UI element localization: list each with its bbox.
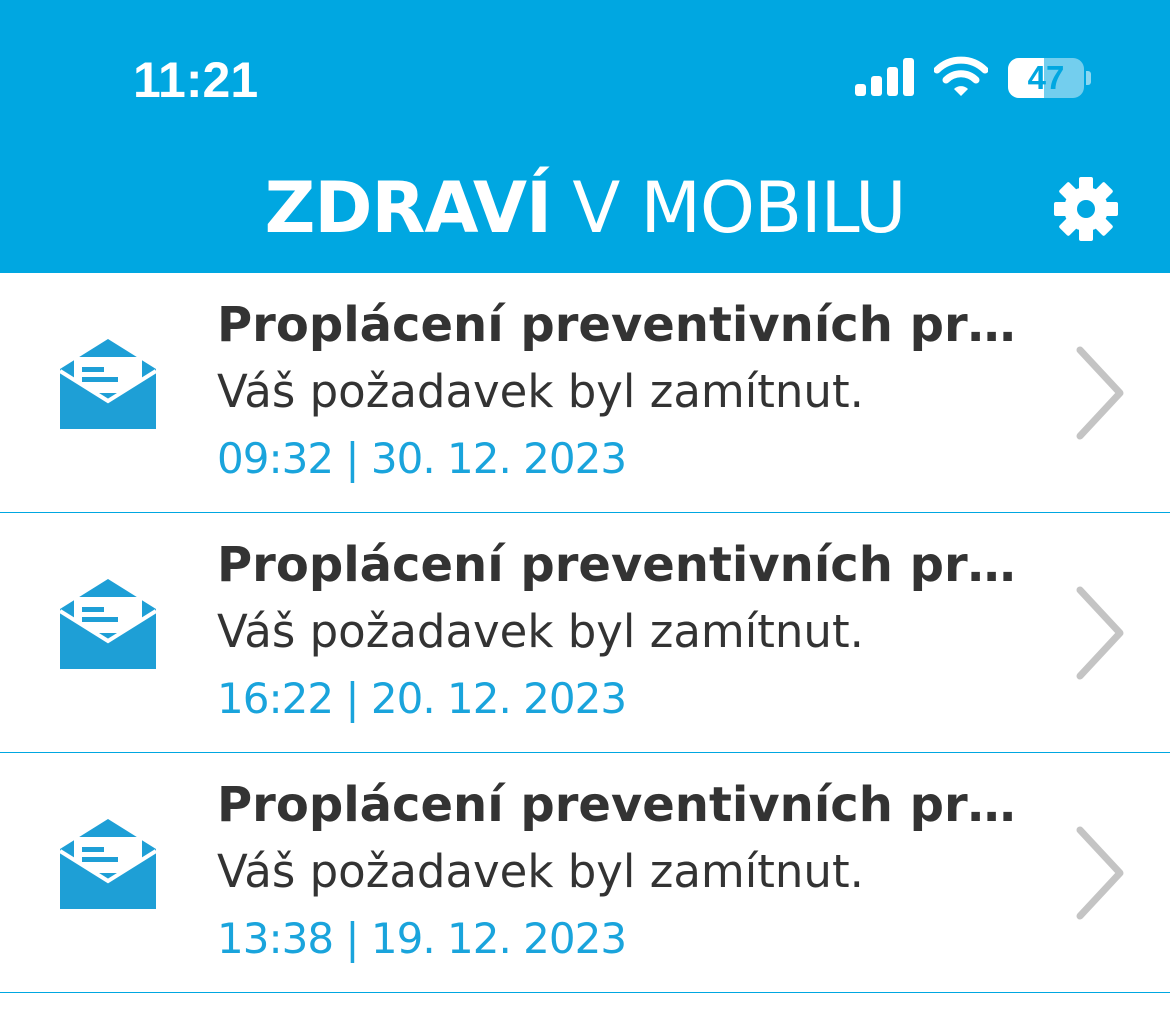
app-title-regular: V MOBILU: [551, 167, 906, 249]
message-status: Váš požadavek byl zamítnut.: [217, 365, 864, 418]
chevron-right-icon: [1076, 826, 1124, 920]
message-title: Proplácení preventivních progra...: [217, 777, 1027, 833]
status-time: 11:21: [133, 52, 259, 108]
app-title: ZDRAVÍ V MOBILU: [0, 166, 1170, 250]
message-row[interactable]: Proplácení preventivních progra... Váš p…: [0, 513, 1170, 753]
signal-icon: [855, 58, 914, 96]
message-datetime: 16:22 | 20. 12. 2023: [217, 674, 627, 723]
message-row[interactable]: Proplácení preventivních progra... Váš p…: [0, 273, 1170, 513]
message-list: Proplácení preventivních progra... Váš p…: [0, 273, 1170, 993]
chevron-right-icon: [1076, 346, 1124, 440]
app-title-bold: ZDRAVÍ: [264, 167, 552, 249]
message-status: Váš požadavek byl zamítnut.: [217, 845, 864, 898]
message-row[interactable]: Proplácení preventivních progra... Váš p…: [0, 753, 1170, 993]
message-title: Proplácení preventivních progra...: [217, 297, 1027, 353]
open-envelope-icon: [60, 579, 156, 669]
open-envelope-icon: [60, 819, 156, 909]
message-datetime: 09:32 | 30. 12. 2023: [217, 434, 627, 483]
gear-icon[interactable]: [1052, 175, 1120, 243]
app-header: 11:21 47 ZDRAVÍ V MOBILU: [0, 0, 1170, 273]
wifi-icon: [934, 56, 988, 96]
chevron-right-icon: [1076, 586, 1124, 680]
battery-level: 47: [1027, 59, 1065, 96]
open-envelope-icon: [60, 339, 156, 429]
message-status: Váš požadavek byl zamítnut.: [217, 605, 864, 658]
battery-icon: 47: [1008, 58, 1091, 98]
message-title: Proplácení preventivních progra...: [217, 537, 1027, 593]
message-datetime: 13:38 | 19. 12. 2023: [217, 914, 627, 963]
